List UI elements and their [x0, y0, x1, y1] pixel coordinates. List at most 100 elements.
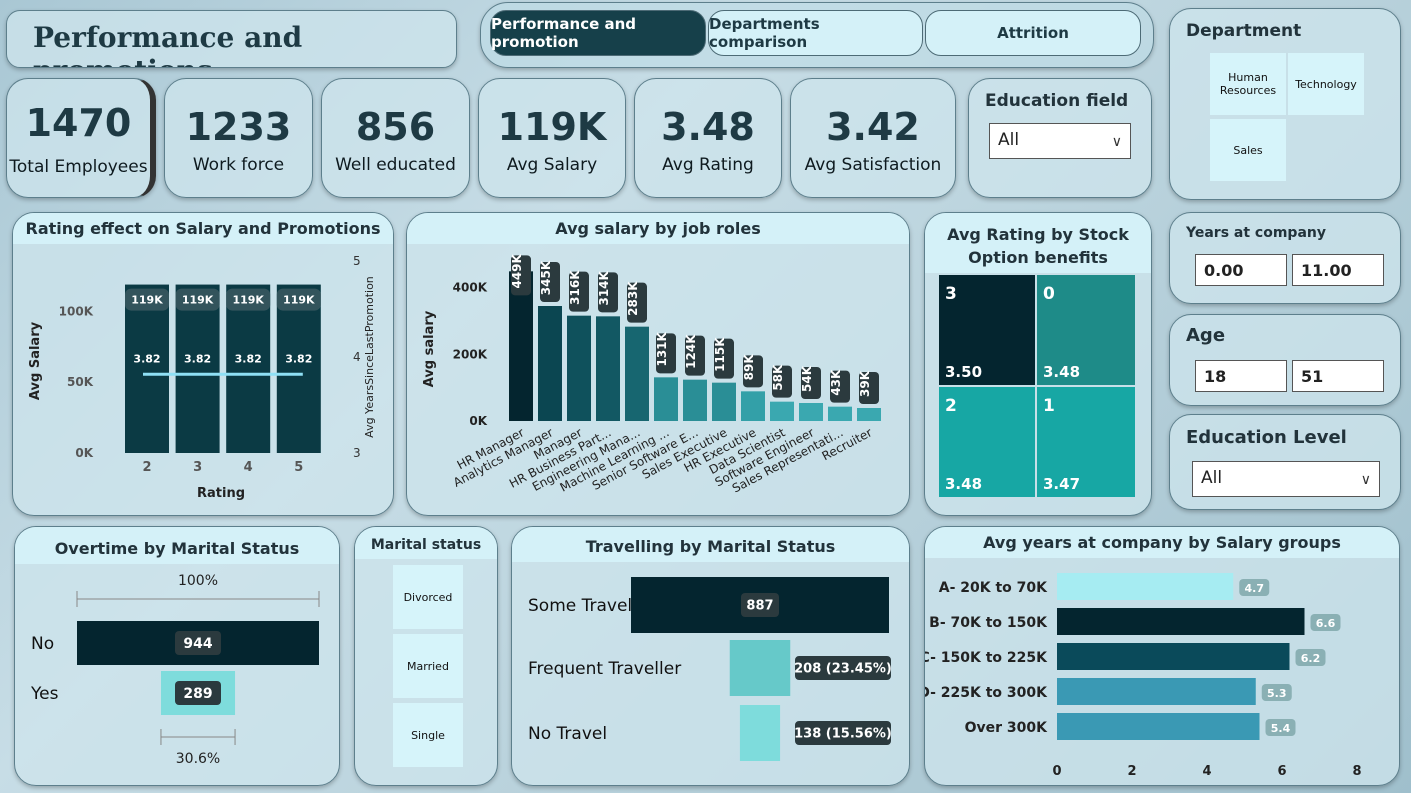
category-label: Yes: [30, 684, 59, 704]
salary-by-role-chart: 0K200K400KAvg salary449KHR Manager345KAn…: [422, 253, 881, 496]
stock-cell-value: 3.48: [1043, 363, 1080, 381]
rating-effect-card: Rating effect on Salary and Promotions 0…: [12, 212, 394, 516]
tab-attrition[interactable]: Attrition: [925, 10, 1141, 56]
filter-title: Age: [1186, 325, 1226, 346]
x-tick-label: 0: [1052, 764, 1061, 779]
kpi-total-employees: 1470 Total Employees: [6, 78, 156, 198]
kpi-value: 856: [355, 105, 436, 149]
role-bar: [799, 403, 823, 421]
education-field-dropdown[interactable]: All ∨: [989, 123, 1131, 159]
page-title: Performance and promotions: [33, 21, 303, 67]
bar-value-label: 89K: [742, 354, 756, 381]
salary-group-bar: [1057, 678, 1256, 705]
marital-option[interactable]: Single: [393, 703, 463, 767]
kpi-avg-salary: 119K Avg Salary: [478, 78, 626, 198]
line-value-label: 3.82: [184, 352, 211, 365]
bar-value-label: 58K: [771, 364, 785, 391]
chart-title: Rating effect on Salary and Promotions: [13, 213, 393, 244]
salary-groups-card: Avg years at company by Salary groups A-…: [924, 526, 1400, 786]
years-at-company-filter: Years at company 0.00 11.00: [1169, 212, 1401, 304]
marital-option[interactable]: Married: [393, 634, 463, 698]
y2-tick-label: 3: [353, 446, 361, 460]
bar-value-label: 119K: [131, 294, 163, 307]
kpi-label: Total Employees: [9, 157, 148, 177]
bar-value-label: 345K: [539, 260, 553, 295]
department-option[interactable]: Sales: [1210, 119, 1286, 181]
education-level-filter: Education Level All ∨: [1169, 414, 1401, 510]
chart-title: Avg years at company by Salary groups: [925, 527, 1399, 558]
chevron-down-icon: ∨: [1111, 134, 1122, 150]
role-bar: [596, 316, 620, 421]
dropdown-value: All: [1201, 468, 1223, 488]
kpi-value: 3.48: [661, 105, 755, 149]
kpi-label: Well educated: [335, 155, 456, 175]
filter-title: Education field: [985, 91, 1129, 111]
role-bar: [538, 306, 562, 421]
kpi-label: Work force: [192, 155, 285, 175]
x-tick-label: 5: [294, 460, 303, 475]
department-option[interactable]: Technology: [1288, 53, 1364, 115]
line-value-label: 3.82: [285, 352, 312, 365]
kpi-value: 1470: [25, 101, 132, 145]
line-value-label: 3.82: [133, 352, 160, 365]
salary-group-bar: [1057, 573, 1234, 600]
y-tick-label: 100K: [59, 304, 94, 318]
x-tick-label: 4: [244, 460, 253, 475]
role-bar: [654, 377, 678, 421]
kpi-label: Avg Satisfaction: [804, 155, 942, 175]
role-bar: [770, 401, 794, 421]
bar-value-label: 43K: [829, 369, 843, 396]
category-label: D- 225K to 300K: [925, 685, 1048, 701]
line-value-label: 3.82: [235, 352, 262, 365]
age-max-input[interactable]: 51: [1292, 360, 1384, 392]
travelling-card: Travelling by Marital Status Some Travel…: [511, 526, 910, 786]
category-label: Frequent Traveller: [528, 659, 681, 679]
bar-value-label: 119K: [283, 294, 315, 307]
bar-value-label: 39K: [858, 370, 872, 397]
category-label: C- 150K to 225K: [925, 650, 1048, 666]
years-max-input[interactable]: 11.00: [1292, 254, 1384, 286]
y2-tick-label: 4: [353, 350, 361, 364]
category-label: No: [31, 634, 54, 654]
role-bar: [828, 406, 852, 421]
bar-value-label: 887: [746, 599, 773, 614]
filter-title: Department: [1186, 21, 1302, 41]
tab-departments[interactable]: Departments comparison: [708, 10, 923, 56]
department-filter: Department Human Resources Technology Sa…: [1169, 8, 1401, 200]
bar-value-label: 5.3: [1267, 687, 1287, 700]
top-percent-label: 100%: [178, 573, 218, 589]
bar-value-label: 115K: [713, 337, 727, 372]
marital-status-filter: Marital status Divorced Married Single: [354, 526, 498, 786]
y-axis-label: Avg Salary: [28, 321, 43, 400]
stock-cell-name: 3: [945, 284, 957, 304]
bar-value-label: 314K: [597, 270, 611, 305]
y2-axis-label: Avg YearsSinceLastPromotion: [363, 276, 376, 438]
x-tick-label: 2: [1127, 764, 1136, 779]
bar-value-label: 4.7: [1245, 582, 1265, 595]
x-tick-label: 3: [193, 460, 202, 475]
stock-cell-name: 2: [945, 396, 957, 416]
age-min-input[interactable]: 18: [1195, 360, 1287, 392]
stock-cell-name: 0: [1043, 284, 1055, 304]
overtime-chart: 100% 944 No 289 Yes 30.6%: [30, 573, 320, 767]
years-min-input[interactable]: 0.00: [1195, 254, 1287, 286]
kpi-well-educated: 856 Well educated: [321, 78, 470, 198]
kpi-avg-satisfaction: 3.42 Avg Satisfaction: [790, 78, 956, 198]
category-label: Some Travel: [528, 596, 632, 616]
department-option[interactable]: Human Resources: [1210, 53, 1286, 115]
filter-title: Education Level: [1186, 427, 1347, 448]
tab-performance[interactable]: Performance and promotion: [490, 10, 706, 56]
bar-value-label: 5.4: [1271, 722, 1291, 735]
x-tick-label: 8: [1352, 764, 1361, 779]
education-level-dropdown[interactable]: All ∨: [1192, 461, 1380, 497]
y-axis-label: Avg salary: [422, 310, 437, 387]
filter-title: Marital status: [355, 527, 497, 559]
bar-value-label: 944: [183, 636, 212, 652]
marital-option[interactable]: Divorced: [393, 565, 463, 629]
kpi-label: Avg Salary: [506, 155, 598, 175]
kpi-work-force: 1233 Work force: [164, 78, 313, 198]
age-filter: Age 18 51: [1169, 314, 1401, 406]
stock-cell-value: 3.47: [1043, 475, 1080, 493]
role-bar: [683, 379, 707, 421]
title-card: Performance and promotions: [6, 10, 457, 68]
